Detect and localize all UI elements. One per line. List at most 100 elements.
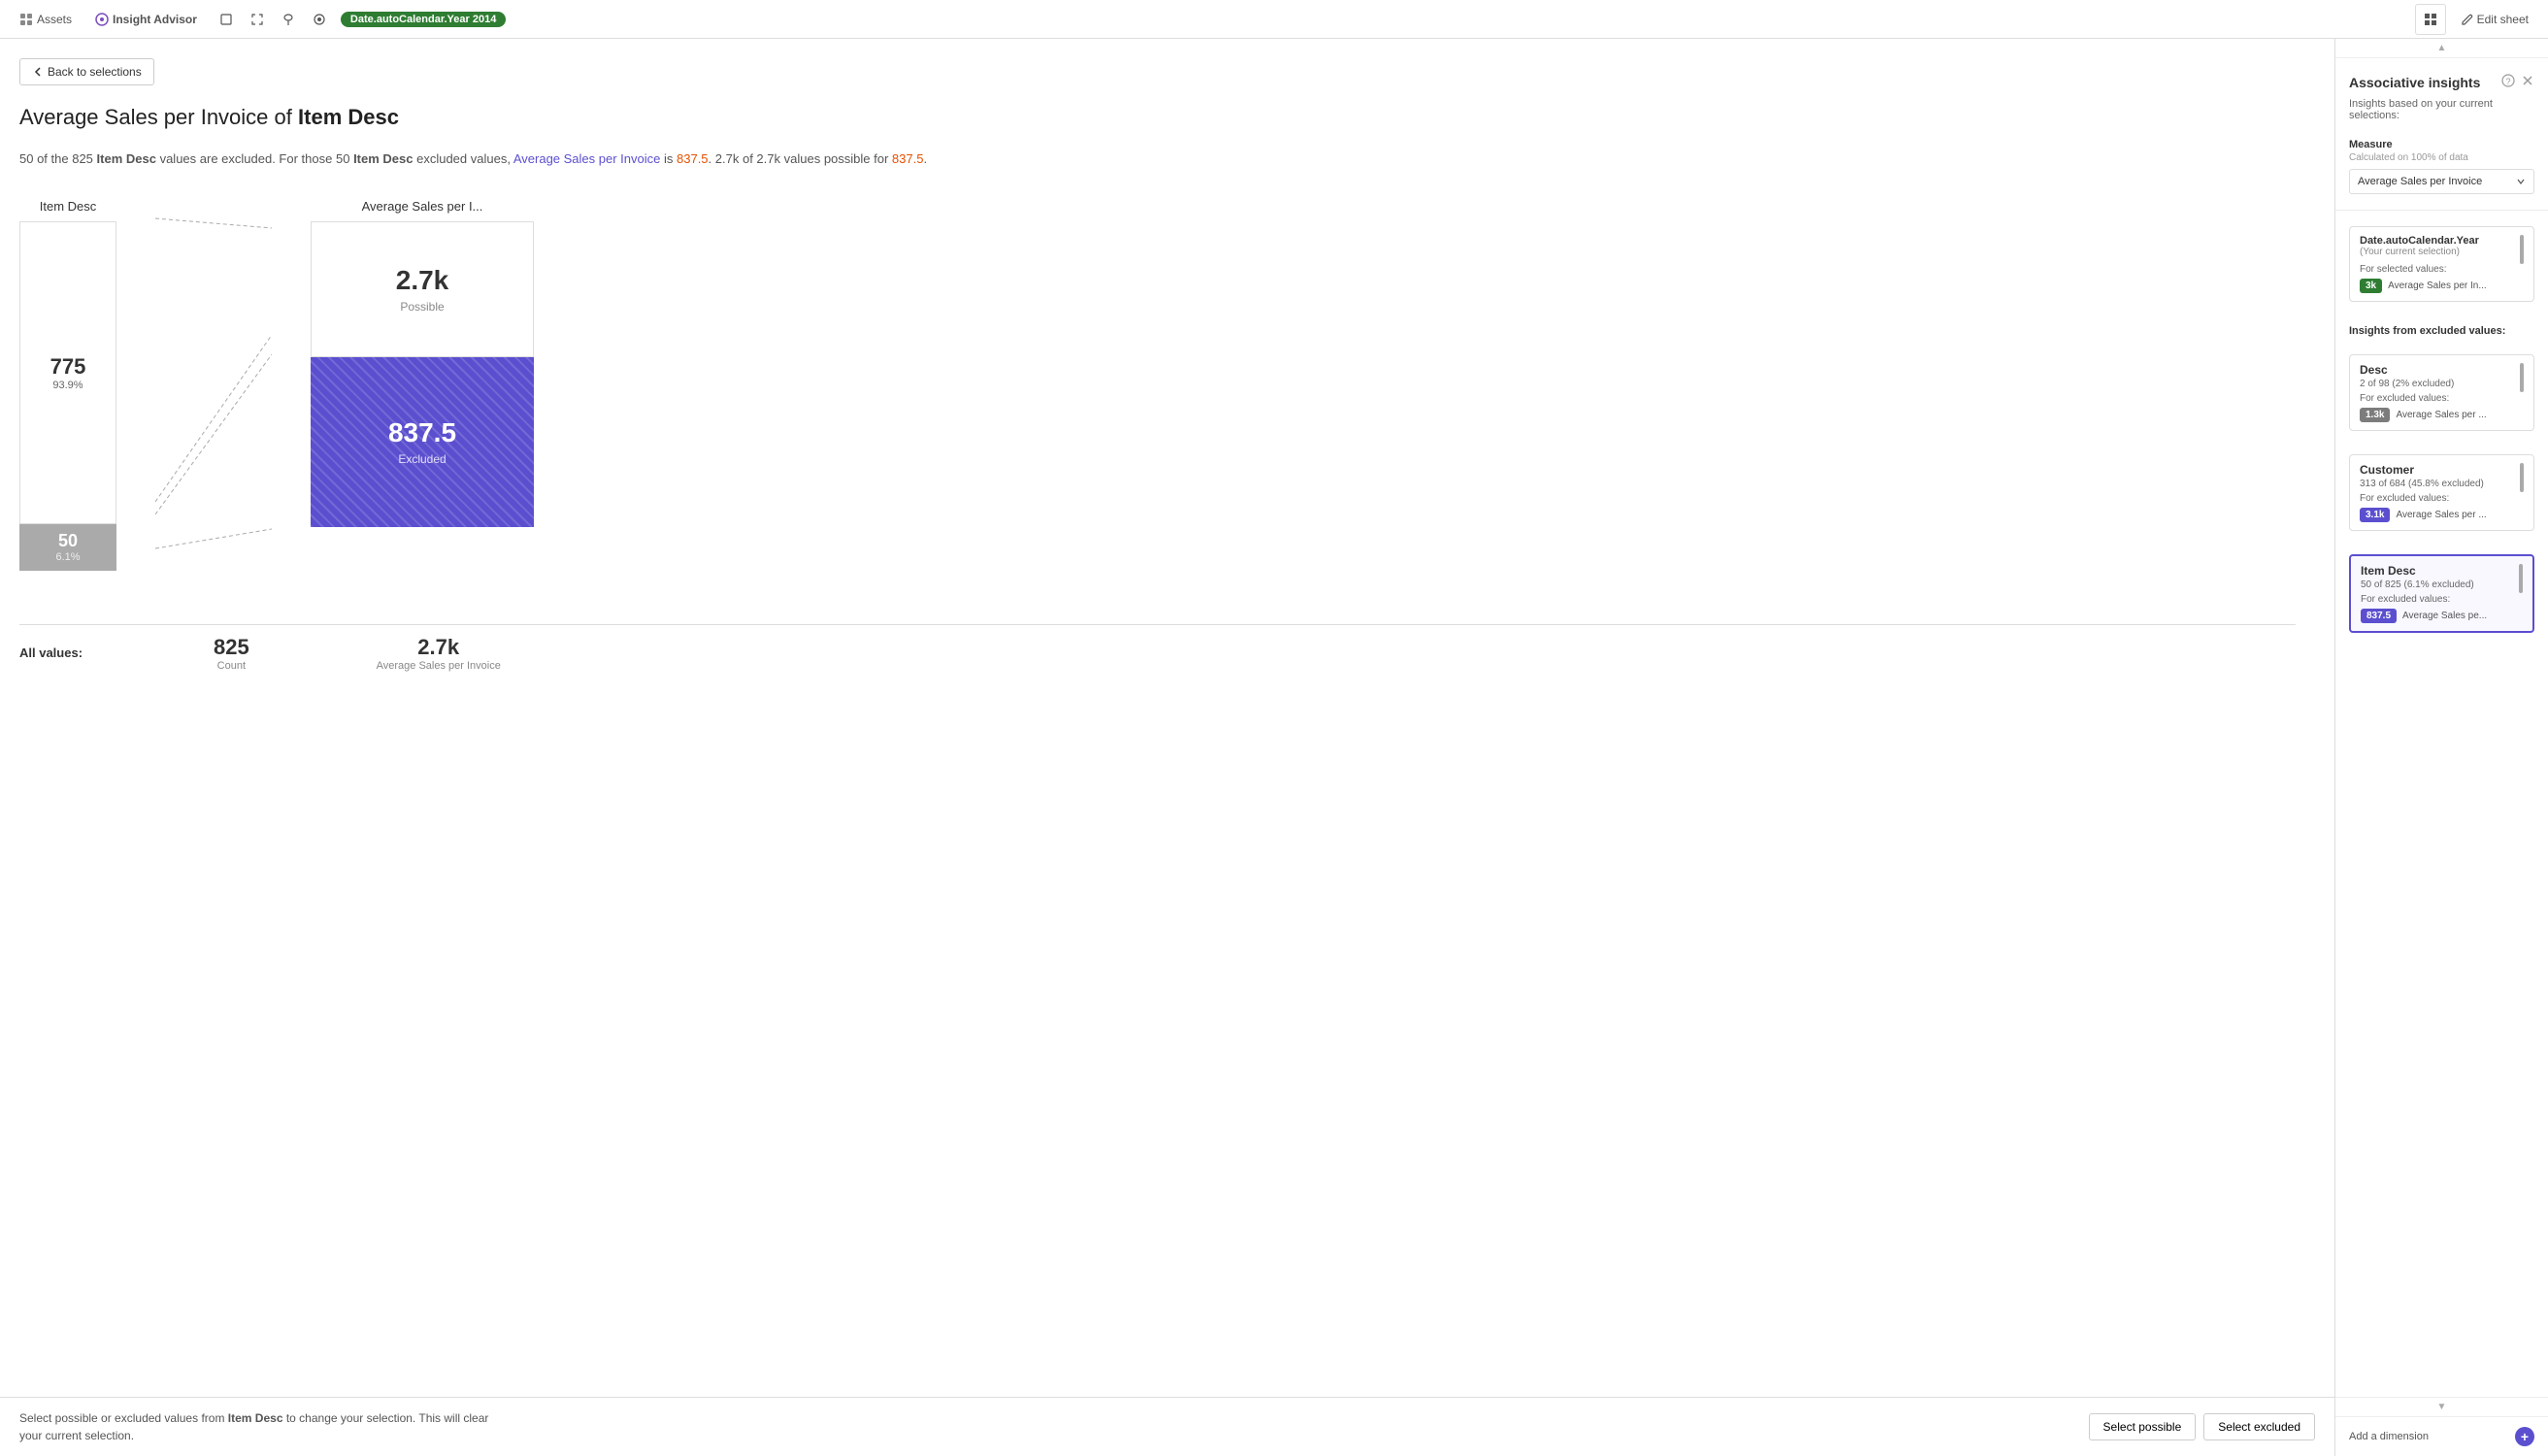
back-button-label: Back to selections xyxy=(48,65,142,79)
insight3-badge-text: Average Sales pe... xyxy=(2402,611,2487,621)
select-possible-btn[interactable]: Select possible xyxy=(2089,1413,2197,1440)
insight1-title: Desc xyxy=(2360,363,2454,377)
selected-badge-row: 3k Average Sales per In... xyxy=(2360,279,2524,293)
all-values-measure-num: 2.7k xyxy=(327,635,550,660)
measure-section-title: Measure xyxy=(2349,139,2534,150)
expand-tool-btn[interactable] xyxy=(244,6,271,33)
add-dimension-row: Add a dimension + xyxy=(2335,1416,2548,1456)
desc-possible-range: 2.7k of 2.7k xyxy=(715,151,780,166)
insight-advisor-tab[interactable]: Insight Advisor xyxy=(87,13,205,26)
insight-itemdesc-card[interactable]: Item Desc 50 of 825 (6.1% excluded) For … xyxy=(2349,554,2534,633)
pencil-icon xyxy=(2462,14,2473,25)
insight3-title: Item Desc xyxy=(2361,564,2474,578)
bar-white-num: 775 xyxy=(50,354,86,380)
right-panel: ▲ Associative insights ? Insights based … xyxy=(2334,39,2548,1456)
current-selection-card: Date.autoCalendar.Year (Your current sel… xyxy=(2349,226,2534,302)
item-desc-chart: Item Desc 775 93.9% 50 6.1% xyxy=(19,199,116,571)
desc-total: 825 xyxy=(72,151,93,166)
measure-section: Measure Calculated on 100% of data Avera… xyxy=(2335,131,2548,202)
panel-subtitle: Insights based on your current selection… xyxy=(2335,98,2548,131)
panel-header-icons: ? xyxy=(2501,74,2534,90)
measure-col-label: Average Sales per I... xyxy=(362,199,483,214)
lasso-icon xyxy=(281,13,295,26)
insight2-sub: 313 of 684 (45.8% excluded) xyxy=(2360,479,2484,489)
insight2-for-excluded: For excluded values: xyxy=(2360,493,2524,504)
current-selection-section: Date.autoCalendar.Year (Your current sel… xyxy=(2335,218,2548,317)
insight-icon xyxy=(95,13,109,26)
topbar: Assets Insight Advisor Date.autoCalendar… xyxy=(0,0,2548,39)
help-icon: ? xyxy=(2501,74,2515,87)
bottom-bar: Select possible or excluded values from … xyxy=(0,1397,2334,1456)
select-excluded-btn[interactable]: Select excluded xyxy=(2203,1413,2315,1440)
insight1-bar xyxy=(2520,363,2524,392)
measure-possible-block: 2.7k Possible xyxy=(311,221,534,357)
excluded-insights-title: Insights from excluded values: xyxy=(2349,325,2534,337)
add-dimension-btn[interactable]: + xyxy=(2515,1427,2534,1446)
measure-blocks: 2.7k Possible 837.5 Excluded xyxy=(311,221,534,527)
panel-close-btn[interactable] xyxy=(2521,74,2534,90)
close-icon xyxy=(2521,74,2534,87)
assets-tab[interactable]: Assets xyxy=(12,13,80,26)
insight3-sub: 50 of 825 (6.1% excluded) xyxy=(2361,579,2474,590)
scroll-up-indicator: ▲ xyxy=(2335,39,2548,58)
grid-icon xyxy=(2424,13,2437,26)
main-layout: Back to selections Average Sales per Inv… xyxy=(0,39,2548,1456)
measure-dropdown[interactable]: Average Sales per Invoice xyxy=(2349,169,2534,194)
excluded-insights-section: Insights from excluded values: xyxy=(2335,317,2548,347)
current-selection-sub: (Your current selection) xyxy=(2360,247,2479,257)
measure-excluded-block: 837.5 Excluded xyxy=(311,357,534,527)
bar-grey-num: 50 xyxy=(58,531,78,551)
bottom-actions: Select possible Select excluded xyxy=(2089,1413,2315,1440)
panel-help-btn[interactable]: ? xyxy=(2501,74,2515,90)
insight3-for-excluded: For excluded values: xyxy=(2361,594,2523,605)
measure-dropdown-value: Average Sales per Invoice xyxy=(2358,176,2482,187)
selection-pill[interactable]: Date.autoCalendar.Year 2014 xyxy=(341,12,506,27)
select-tool-btn[interactable] xyxy=(213,6,240,33)
back-to-selections-btn[interactable]: Back to selections xyxy=(19,58,154,85)
title-of-word: of xyxy=(275,105,292,129)
desc-possible-label: values possible for xyxy=(784,151,892,166)
all-values-count-num: 825 xyxy=(214,635,249,660)
desc-measure-link[interactable]: Average Sales per Invoice xyxy=(513,151,661,166)
measure-possible-val: 2.7k xyxy=(331,265,513,296)
desc-value: 837.5 xyxy=(677,151,709,166)
connector-area xyxy=(155,199,272,595)
toolbar-icons xyxy=(213,6,333,33)
measure-excluded-label: Excluded xyxy=(330,452,514,466)
assets-label: Assets xyxy=(37,13,72,26)
insight-customer-section: Customer 313 of 684 (45.8% excluded) For… xyxy=(2335,447,2548,546)
edit-sheet-label: Edit sheet xyxy=(2477,13,2529,26)
expand-icon xyxy=(250,13,264,26)
bar-wrapper: 775 93.9% 50 6.1% xyxy=(19,221,116,571)
bar-grey-section: 50 6.1% xyxy=(19,524,116,571)
all-values-measure: 2.7k Average Sales per Invoice xyxy=(327,635,550,672)
svg-text:?: ? xyxy=(2505,77,2510,86)
bar-grey-pct: 6.1% xyxy=(55,551,80,563)
insight-desc-card[interactable]: Desc 2 of 98 (2% excluded) For excluded … xyxy=(2349,354,2534,431)
page-title: Average Sales per Invoice of Item Desc xyxy=(19,105,2296,130)
topbar-left: Assets Insight Advisor Date.autoCalendar… xyxy=(12,6,506,33)
insight1-badge-row: 1.3k Average Sales per ... xyxy=(2360,408,2524,422)
measure-possible-label: Possible xyxy=(331,300,513,314)
scroll-down-indicator: ▼ xyxy=(2335,1397,2548,1416)
insight1-sub: 2 of 98 (2% excluded) xyxy=(2360,379,2454,389)
edit-sheet-btn[interactable]: Edit sheet xyxy=(2454,9,2536,30)
grid-view-btn[interactable] xyxy=(2415,4,2446,35)
insight2-bar xyxy=(2520,463,2524,492)
measure-chart: Average Sales per I... 2.7k Possible 837… xyxy=(311,199,534,527)
target-tool-btn[interactable] xyxy=(306,6,333,33)
content-area: Back to selections Average Sales per Inv… xyxy=(0,39,2334,1456)
desc-count-excluded2: 50 xyxy=(336,151,349,166)
back-arrow-icon xyxy=(32,66,44,78)
lasso-tool-btn[interactable] xyxy=(275,6,302,33)
add-dimension-label: Add a dimension xyxy=(2349,1431,2429,1442)
chart-container: Item Desc 775 93.9% 50 6.1% xyxy=(19,199,2296,595)
insight3-bar xyxy=(2519,564,2523,593)
for-selected-values-label: For selected values: xyxy=(2360,264,2524,275)
insight-customer-card[interactable]: Customer 313 of 684 (45.8% excluded) For… xyxy=(2349,454,2534,531)
bar-white-pct: 93.9% xyxy=(52,380,83,391)
selected-badge: 3k xyxy=(2360,279,2382,293)
panel-header: Associative insights ? xyxy=(2335,58,2548,98)
measure-section-sub: Calculated on 100% of data xyxy=(2349,152,2534,163)
insight2-badge-row: 3.1k Average Sales per ... xyxy=(2360,508,2524,522)
